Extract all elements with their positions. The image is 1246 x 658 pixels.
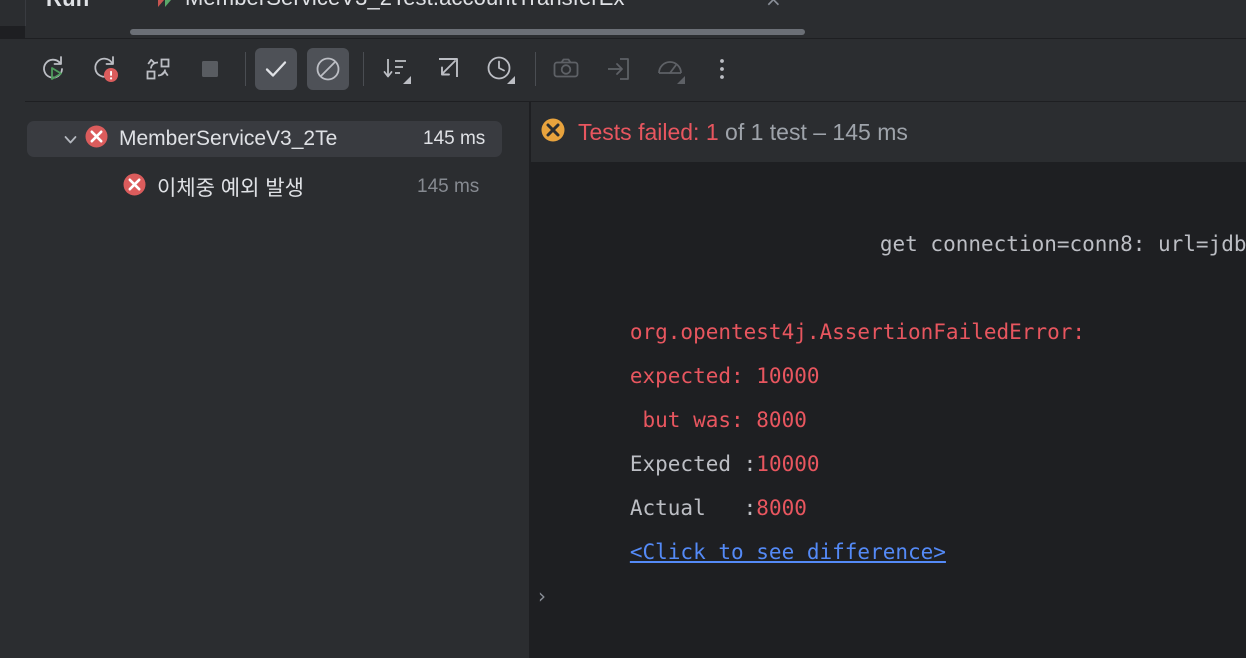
console-text-connection: get connection=conn8: url=jdb [879,232,1246,256]
sort-alphabetically-button[interactable] [375,48,417,90]
tree-item-duration: 145 ms [423,128,486,149]
tab-strip-left-rail [0,0,25,26]
toolbar-separator-2 [363,52,364,86]
test-failed-icon [83,123,110,155]
tree-item-label: 이체중 예외 발생 [157,177,304,200]
status-of-label: of 1 test – 145 ms [725,118,908,145]
export-test-results-button[interactable] [597,48,639,90]
screenshot-button[interactable] [545,48,587,90]
tests-failed-icon [539,116,567,149]
rerun-failed-tests-button[interactable] [85,48,127,90]
chevron-down-icon[interactable] [57,131,83,148]
tool-window-title: Run [46,0,89,12]
console-line-expected-upper: Expected :10000 [554,398,820,476]
toolbar-separator-3 [535,52,536,86]
tab-strip: Run MemberServiceV3_2Test.accountTransfe… [0,0,1246,26]
status-failed-label: Tests failed: [578,118,700,145]
test-status-bar: Tests failed: 1 of 1 test – 145 ms [531,102,1246,162]
profiler-button[interactable] [649,48,691,90]
chevron-right-icon[interactable]: › [538,574,546,618]
console-line-internal-lines[interactable]: › <3 internal lines> [531,574,903,618]
status-failed-count: 1 [705,118,719,145]
console-line-stacktrace[interactable]: at java.base/java.lang.reflect.Construct… [601,618,1195,658]
test-history-button[interactable] [479,48,521,90]
console-line-actual: Actual :8000 [554,442,807,520]
table-row[interactable]: 이체중 예외 발생 145 ms [27,169,502,205]
console-line-but-was: but was: 8000 [554,354,807,432]
toolbar-separator-1 [245,52,246,86]
tests-failed-text: Tests failed: 1 of 1 test – 145 ms [578,119,908,146]
show-ignored-button[interactable] [307,48,349,90]
test-console-output[interactable]: ‾ ‾ ‾ get connection=conn8: url=jdb org.… [531,162,1246,658]
stop-process-button[interactable] [189,48,231,90]
table-row[interactable]: MemberServiceV3_2Te 145 ms [27,121,502,157]
toolbar-left-edge [0,39,25,102]
tree-item-label: MemberServiceV3_2Te [119,127,338,150]
run-tab-title[interactable]: MemberServiceV3_2Test.accountTransferEx [185,0,625,11]
run-configuration-icon [155,0,177,12]
close-icon[interactable]: × [765,0,782,11]
console-line-connection: get connection=conn8: url=jdb [804,178,1246,256]
console-line-assertion-error: org.opentest4j.AssertionFailedError: [554,266,1085,344]
run-tool-window: Run MemberServiceV3_2Test.accountTransfe… [0,0,1246,658]
test-failed-icon [121,171,148,203]
tree-item-duration: 145 ms [417,176,480,197]
show-passed-button[interactable] [255,48,297,90]
tab-strip-divider [25,0,26,26]
tab-scrollbar-thumb[interactable] [130,29,805,35]
click-to-see-difference-link[interactable]: <Click to see difference> [630,540,946,564]
tree-left-strip [0,102,25,658]
toggle-auto-test-button[interactable] [137,48,179,90]
expand-collapse-button[interactable] [427,48,469,90]
rerun-tests-button[interactable] [33,48,75,90]
console-line-click-difference[interactable]: <Click to see difference> [554,486,946,564]
console-partial-line: ‾ ‾ ‾ [811,162,1077,176]
console-line-expected-lower: expected: 10000 [554,310,820,388]
more-options-button[interactable] [701,48,743,90]
